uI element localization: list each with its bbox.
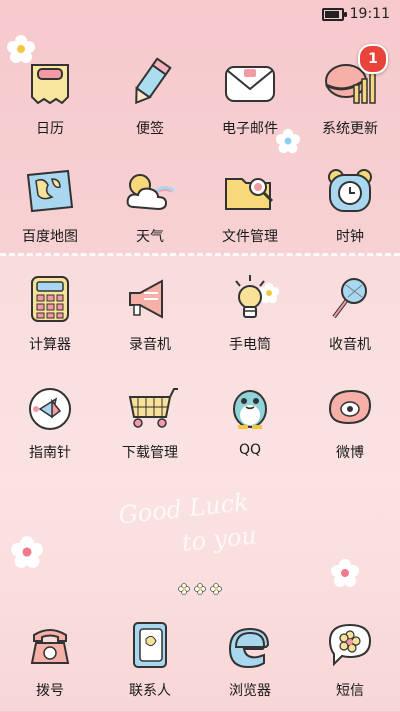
app-recorder[interactable]: 录音机 xyxy=(100,266,200,366)
app-label: 指南针 xyxy=(29,445,71,461)
app-label: 便签 xyxy=(136,121,164,137)
messages-icon xyxy=(317,612,383,678)
status-time: 19:11 xyxy=(349,6,390,22)
app-notes[interactable]: 便签 xyxy=(100,50,200,150)
app-clock[interactable]: 时钟 xyxy=(300,158,400,258)
app-label: 文件管理 xyxy=(222,229,278,245)
page-indicator xyxy=(0,580,400,595)
page-dot-icon[interactable] xyxy=(178,580,190,595)
app-radio[interactable]: 收音机 xyxy=(300,266,400,366)
app-label: 下载管理 xyxy=(122,445,178,461)
radio-icon xyxy=(317,266,383,332)
phone-icon xyxy=(17,612,83,678)
map-icon xyxy=(17,158,83,224)
app-label: 日历 xyxy=(36,121,64,137)
app-calendar[interactable]: 日历 xyxy=(0,50,100,150)
recorder-icon xyxy=(117,266,183,332)
app-grid-row-3: 计算器 录音机 手电筒 收音机 xyxy=(0,266,400,366)
app-email[interactable]: 电子邮件 xyxy=(200,50,300,150)
status-bar: 19:11 xyxy=(0,0,400,28)
app-messages[interactable]: 短信 xyxy=(300,612,400,712)
app-label: 系统更新 xyxy=(322,121,378,137)
calendar-icon xyxy=(17,50,83,116)
dock: 拨号 联系人 浏览器 短信 xyxy=(0,612,400,712)
app-weather[interactable]: 天气 xyxy=(100,158,200,258)
app-label: 电子邮件 xyxy=(222,121,278,137)
qq-icon xyxy=(217,374,283,440)
app-phone[interactable]: 拨号 xyxy=(0,612,100,712)
app-flashlight[interactable]: 手电筒 xyxy=(200,266,300,366)
compass-icon xyxy=(17,374,83,440)
app-calculator[interactable]: 计算器 xyxy=(0,266,100,366)
weather-icon xyxy=(117,158,183,224)
notification-badge: 1 xyxy=(358,44,388,74)
app-label: 短信 xyxy=(336,683,364,699)
app-qq[interactable]: QQ xyxy=(200,374,300,474)
flashlight-icon xyxy=(217,266,283,332)
page-dot-icon[interactable] xyxy=(194,580,206,595)
flower-decoration-icon xyxy=(11,536,43,568)
download-manager-icon xyxy=(117,374,183,440)
app-compass[interactable]: 指南针 xyxy=(0,374,100,474)
app-download-manager[interactable]: 下载管理 xyxy=(100,374,200,474)
app-label: 时钟 xyxy=(336,229,364,245)
app-label: 收音机 xyxy=(329,337,371,353)
email-icon xyxy=(217,50,283,116)
app-label: 联系人 xyxy=(129,683,171,699)
app-label: 录音机 xyxy=(129,337,171,353)
app-label: 百度地图 xyxy=(22,229,78,245)
page-dot-icon[interactable] xyxy=(210,580,222,595)
notes-icon xyxy=(117,50,183,116)
browser-icon xyxy=(217,612,283,678)
weibo-icon xyxy=(317,374,383,440)
contacts-icon xyxy=(117,612,183,678)
app-label: 计算器 xyxy=(29,337,71,353)
file-manager-icon xyxy=(217,158,283,224)
app-grid-row-1: 日历 便签 电子邮件 1 系统更新 xyxy=(0,44,400,150)
app-label: 浏览器 xyxy=(229,683,271,699)
app-file-manager[interactable]: 文件管理 xyxy=(200,158,300,258)
app-system-update[interactable]: 1 系统更新 xyxy=(300,44,400,150)
calculator-icon xyxy=(17,266,83,332)
app-browser[interactable]: 浏览器 xyxy=(200,612,300,712)
app-label: 微博 xyxy=(336,445,364,461)
app-label: 天气 xyxy=(136,229,164,245)
app-weibo[interactable]: 微博 xyxy=(300,374,400,474)
app-label: 手电筒 xyxy=(229,337,271,353)
app-contacts[interactable]: 联系人 xyxy=(100,612,200,712)
clock-icon xyxy=(317,158,383,224)
battery-icon xyxy=(321,7,347,21)
app-baidu-map[interactable]: 百度地图 xyxy=(0,158,100,258)
app-grid-row-4: 指南针 下载管理 QQ 微博 xyxy=(0,374,400,474)
app-label: 拨号 xyxy=(36,683,64,699)
app-grid-row-2: 百度地图 天气 文件管理 时钟 xyxy=(0,158,400,258)
app-label: QQ xyxy=(238,442,262,458)
